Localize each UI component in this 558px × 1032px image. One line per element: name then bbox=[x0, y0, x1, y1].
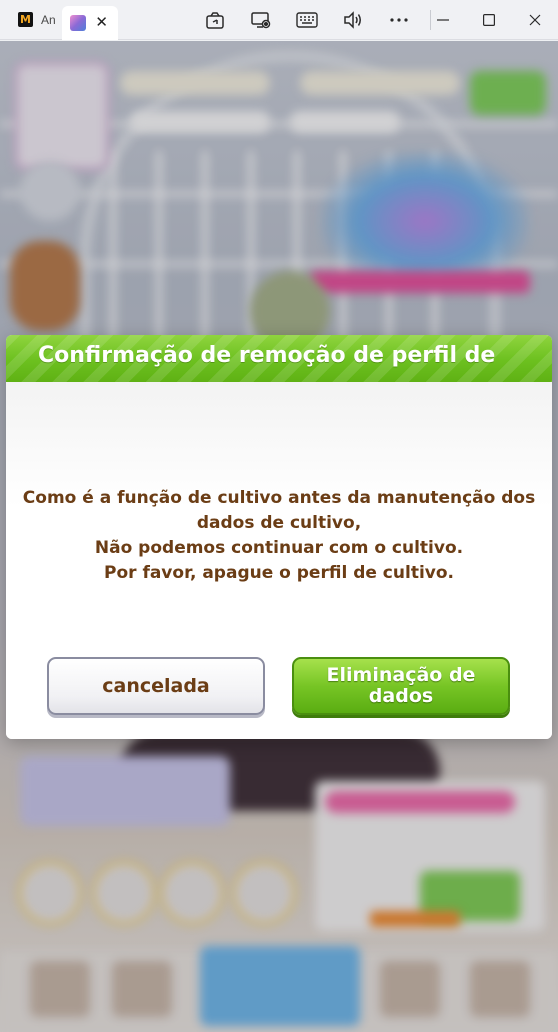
delete-button-label-line1: Eliminação de bbox=[326, 664, 476, 686]
dialog-title: Confirmação de remoção de perfil de bbox=[38, 343, 496, 368]
toolbar bbox=[192, 0, 439, 40]
cancel-button-label: cancelada bbox=[102, 674, 210, 697]
delete-button-label: Eliminação de dados bbox=[327, 665, 476, 707]
dialog-body: Como é a função de cultivo antes da manu… bbox=[6, 382, 552, 739]
delete-button-label-line2: dados bbox=[368, 685, 434, 707]
message-line: dados de cultivo, bbox=[196, 513, 362, 533]
message-line: Por favor, apague o perfil de cultivo. bbox=[104, 563, 454, 583]
screen-record-icon[interactable] bbox=[238, 0, 284, 40]
more-icon[interactable] bbox=[376, 0, 422, 40]
screenshot-icon[interactable] bbox=[192, 0, 238, 40]
keyboard-icon[interactable] bbox=[284, 0, 330, 40]
tab-app[interactable]: M An bbox=[0, 0, 62, 40]
dialog-message: Como é a função de cultivo antes da manu… bbox=[6, 486, 552, 586]
game-thumbnail-icon bbox=[70, 14, 86, 31]
confirmation-dialog: Confirmação de remoção de perfil de Como… bbox=[6, 335, 552, 739]
tab-label: An bbox=[41, 12, 56, 27]
minimize-icon[interactable] bbox=[420, 0, 466, 40]
message-line: Não podemos continuar com o cultivo. bbox=[94, 538, 464, 558]
app-logo-icon: M bbox=[18, 12, 33, 27]
maximize-icon[interactable] bbox=[466, 0, 512, 40]
tab-game[interactable]: ✕ bbox=[62, 5, 118, 40]
tab-close-icon[interactable]: ✕ bbox=[95, 15, 108, 30]
title-bar: M An ✕ bbox=[0, 0, 558, 40]
close-icon[interactable] bbox=[512, 0, 558, 40]
cancel-button[interactable]: cancelada bbox=[47, 657, 265, 715]
delete-data-button[interactable]: Eliminação de dados bbox=[292, 657, 510, 715]
message-line: Como é a função de cultivo antes da manu… bbox=[22, 488, 536, 508]
dialog-header: Confirmação de remoção de perfil de bbox=[6, 335, 552, 382]
volume-icon[interactable] bbox=[330, 0, 376, 40]
window-controls bbox=[420, 0, 558, 40]
